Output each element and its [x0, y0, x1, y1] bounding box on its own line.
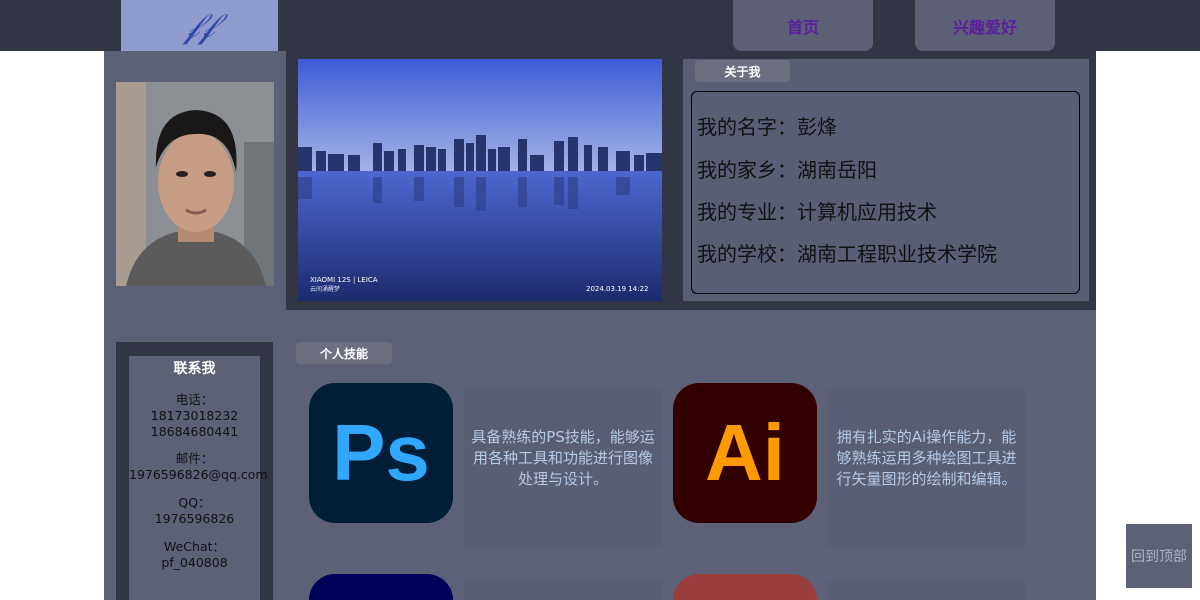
about-tag: 关于我 [695, 60, 790, 82]
email-value[interactable]: 1976596826@qq.com [129, 467, 268, 483]
skill-desc-partial-2 [827, 580, 1026, 600]
photo-watermark-sub: 云间涌醒梦 [310, 285, 340, 293]
photoshop-icon: Ps [309, 383, 453, 523]
about-name: 我的名字：彭烽 [697, 115, 837, 139]
skills-tag: 个人技能 [296, 342, 392, 364]
divider-right [1089, 51, 1096, 309]
illustrator-icon: Ai [673, 383, 817, 523]
skill-desc-partial-1 [464, 580, 662, 600]
phone-2: 18684680441 [150, 424, 239, 439]
phone-label: 电话： [175, 392, 214, 407]
email-label: 邮件： [175, 451, 214, 466]
city-photo: XIAOMI 12S | LEICA 云间涌醒梦 2024.03.19 14:2… [298, 59, 662, 301]
logo[interactable]: 𝒻𝒻 [121, 0, 278, 51]
qq-value: 1976596826 [154, 511, 235, 526]
skill-ai-description: 拥有扎实的Ai操作能力，能够熟练运用多种绘图工具进行矢量图形的绘制和编辑。 [827, 389, 1026, 547]
avatar [116, 82, 274, 286]
photo-watermark-time: 2024.03.19 14:22 [586, 285, 648, 293]
divider-mid [662, 51, 683, 309]
nav-hobbies-button[interactable]: 兴趣爱好 [915, 0, 1055, 51]
logo-text: 𝒻𝒻 [184, 5, 215, 46]
skill-icon-partial-1 [309, 574, 453, 600]
about-school: 我的学校：湖南工程职业技术学院 [697, 242, 997, 266]
nav-home-button[interactable]: 首页 [733, 0, 873, 51]
skill-ps-description: 具备熟练的PS技能，能够运用各种工具和功能进行图像处理与设计。 [464, 389, 662, 547]
about-major: 我的专业：计算机应用技术 [697, 200, 937, 224]
back-to-top-button[interactable]: 回到顶部 [1126, 524, 1192, 588]
qq-label: QQ： [178, 495, 211, 510]
contact-title: 联系我 [173, 361, 216, 377]
wechat-label: WeChat： [163, 539, 226, 554]
divider [286, 301, 1096, 310]
about-hometown: 我的家乡：湖南岳阳 [697, 158, 877, 182]
phone-1: 18173018232 [150, 408, 239, 423]
divider-top [286, 51, 1096, 59]
wechat-value: pf_040808 [161, 555, 228, 570]
divider-left [286, 51, 298, 309]
skill-icon-partial-2 [673, 574, 817, 600]
photo-watermark-brand: XIAOMI 12S | LEICA [310, 276, 378, 284]
